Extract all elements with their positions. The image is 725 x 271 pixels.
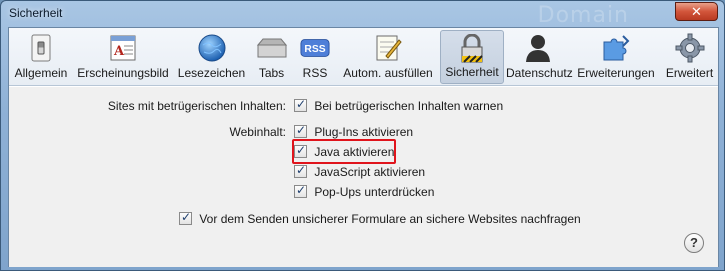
- preferences-toolbar: Allgemein A Erscheinungsbild Lesezeichen…: [9, 28, 718, 86]
- tab-lesezeichen[interactable]: Lesezeichen: [175, 30, 248, 84]
- tab-erweiterungen[interactable]: Erweiterungen: [572, 30, 660, 84]
- fraud-label: Sites mit betrügerischen Inhalten:: [107, 99, 286, 113]
- background-window-ghost: Domain: [537, 3, 629, 28]
- plugins-label: Plug-Ins aktivieren: [314, 125, 414, 139]
- help-button[interactable]: ?: [684, 233, 704, 253]
- tab-allgemein[interactable]: Allgemein: [10, 30, 72, 84]
- tab-rss[interactable]: RSS RSS: [295, 30, 335, 84]
- tab-sicherheit[interactable]: Sicherheit: [440, 30, 504, 84]
- tab-label: Autom. ausfüllen: [343, 66, 433, 80]
- popups-checkbox[interactable]: ✓: [294, 183, 307, 198]
- tabs-icon: [256, 33, 287, 63]
- tab-label: Datenschutz: [506, 66, 573, 80]
- tab-label: Lesezeichen: [177, 66, 246, 80]
- appearance-icon: A: [108, 33, 138, 63]
- insecure-forms-label: Vor dem Senden unsicherer Formulare an s…: [199, 212, 581, 226]
- insecure-forms-checkbox[interactable]: ✓: [179, 210, 192, 225]
- tab-tabs[interactable]: Tabs: [250, 30, 293, 84]
- svg-text:A: A: [113, 44, 125, 59]
- tab-label: Tabs: [258, 66, 285, 80]
- javascript-checkbox[interactable]: ✓: [294, 163, 307, 178]
- plugins-checkbox[interactable]: ✓: [294, 123, 307, 138]
- javascript-option[interactable]: ✓ JavaScript aktivieren: [294, 163, 426, 181]
- fraud-warning-option[interactable]: ✓ Bei betrügerischen Inhalten warnen: [294, 97, 504, 115]
- tab-datenschutz[interactable]: Datenschutz: [506, 30, 573, 84]
- tab-erscheinungsbild[interactable]: A Erscheinungsbild: [73, 30, 173, 84]
- tab-label: Allgemein: [14, 66, 68, 80]
- svg-text:RSS: RSS: [304, 44, 325, 55]
- tab-erweitert[interactable]: Erweitert: [661, 30, 718, 84]
- rss-icon: RSS: [300, 33, 330, 63]
- tab-label: Erweiterungen: [577, 66, 655, 80]
- preferences-window: Sicherheit Domain ✕ Allgemein A Erschein…: [0, 0, 725, 271]
- insecure-forms-option[interactable]: ✓ Vor dem Senden unsicherer Formulare an…: [179, 210, 581, 228]
- gear-icon: [675, 33, 705, 63]
- puzzle-icon: [601, 33, 631, 63]
- tab-label: RSS: [302, 66, 328, 80]
- window-title: Sicherheit: [9, 6, 63, 20]
- preferences-panel: Allgemein A Erscheinungsbild Lesezeichen…: [8, 27, 719, 267]
- tab-label: Sicherheit: [445, 65, 499, 79]
- checkmark-icon: ✓: [296, 163, 307, 177]
- person-icon: [523, 33, 553, 63]
- close-button[interactable]: ✕: [675, 2, 718, 21]
- checkmark-icon: ✓: [296, 123, 307, 137]
- globe-icon: [197, 33, 227, 63]
- tab-label: Erweitert: [665, 66, 714, 80]
- checkmark-icon: ✓: [181, 210, 192, 224]
- fraud-warning-label: Bei betrügerischen Inhalten warnen: [314, 99, 504, 113]
- security-settings: Sites mit betrügerischen Inhalten: ✓ Bei…: [9, 87, 718, 267]
- checkmark-icon: ✓: [296, 183, 307, 197]
- fraud-warning-checkbox[interactable]: ✓: [294, 97, 307, 112]
- popups-option[interactable]: ✓ Pop-Ups unterdrücken: [294, 183, 435, 201]
- tab-label: Erscheinungsbild: [77, 66, 169, 80]
- lock-icon: [457, 34, 487, 64]
- autofill-icon: [373, 33, 403, 63]
- popups-label: Pop-Ups unterdrücken: [314, 185, 435, 199]
- tab-autom-ausfuellen[interactable]: Autom. ausfüllen: [337, 30, 439, 84]
- webcontent-label: Webinhalt:: [229, 125, 286, 139]
- switch-icon: [26, 33, 56, 63]
- java-highlight-box: [292, 139, 396, 164]
- javascript-label: JavaScript aktivieren: [314, 165, 426, 179]
- title-bar[interactable]: Sicherheit Domain ✕: [1, 1, 724, 28]
- checkmark-icon: ✓: [296, 97, 307, 111]
